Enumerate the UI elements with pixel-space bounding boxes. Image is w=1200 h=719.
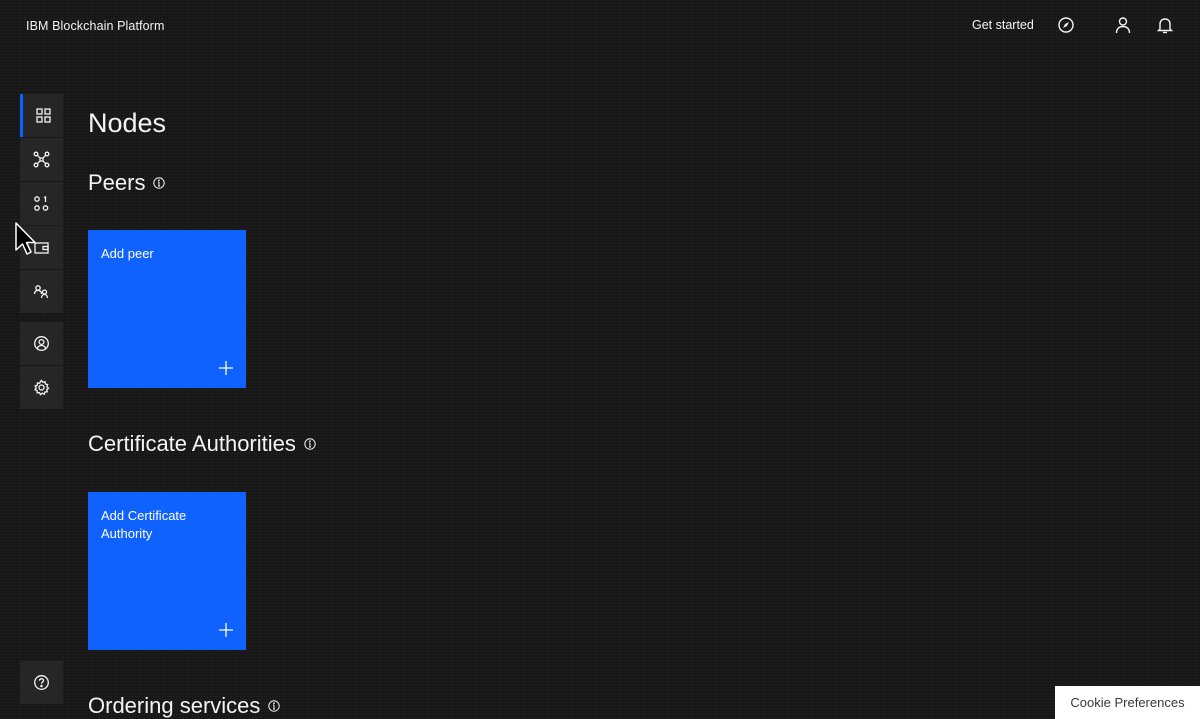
- get-started-link[interactable]: Get started: [972, 18, 1034, 32]
- brand-name[interactable]: IBM Blockchain Platform: [26, 19, 164, 33]
- users-icon: [34, 336, 49, 351]
- cookie-preferences-button[interactable]: Cookie Preferences: [1055, 686, 1200, 719]
- info-icon[interactable]: [153, 177, 166, 189]
- nav-channels[interactable]: [20, 138, 63, 181]
- nav-settings[interactable]: [20, 366, 63, 409]
- settings-icon: [33, 379, 50, 396]
- plus-icon: [219, 361, 233, 375]
- channels-icon: [33, 151, 50, 168]
- plus-icon: [219, 623, 233, 637]
- organizations-icon: [33, 285, 49, 299]
- page-title: Nodes: [88, 108, 167, 138]
- section-title-certificate-authorities: Certificate Authorities: [88, 431, 316, 457]
- nodes-icon: [35, 108, 51, 123]
- section-title-peers: Peers: [88, 170, 166, 196]
- compass-icon[interactable]: [1055, 14, 1077, 36]
- nav-users[interactable]: [20, 322, 63, 365]
- user-icon[interactable]: [1112, 14, 1134, 36]
- add-peer-tile[interactable]: Add peer: [88, 230, 246, 388]
- info-icon[interactable]: [304, 438, 316, 450]
- smart-contracts-icon: [34, 196, 49, 211]
- notification-icon[interactable]: [1154, 14, 1176, 36]
- section-title-text: Peers: [88, 170, 146, 195]
- section-title-text: Certificate Authorities: [88, 431, 296, 456]
- nav-help[interactable]: [20, 661, 63, 704]
- info-icon[interactable]: [268, 700, 281, 712]
- tile-label: Add Certificate Authority: [101, 508, 187, 541]
- help-icon: [34, 675, 49, 690]
- add-certificate-authority-tile[interactable]: Add Certificate Authority: [88, 492, 246, 650]
- nav-organizations[interactable]: [20, 270, 63, 313]
- mouse-cursor-icon: [15, 222, 36, 255]
- nav-smart-contracts[interactable]: [20, 182, 63, 225]
- nav-nodes[interactable]: [20, 94, 63, 137]
- section-title-ordering-services: Ordering services: [88, 693, 281, 719]
- section-title-text: Ordering services: [88, 693, 261, 718]
- top-header: IBM Blockchain Platform Get started: [0, 0, 1200, 52]
- tile-label: Add peer: [101, 246, 154, 261]
